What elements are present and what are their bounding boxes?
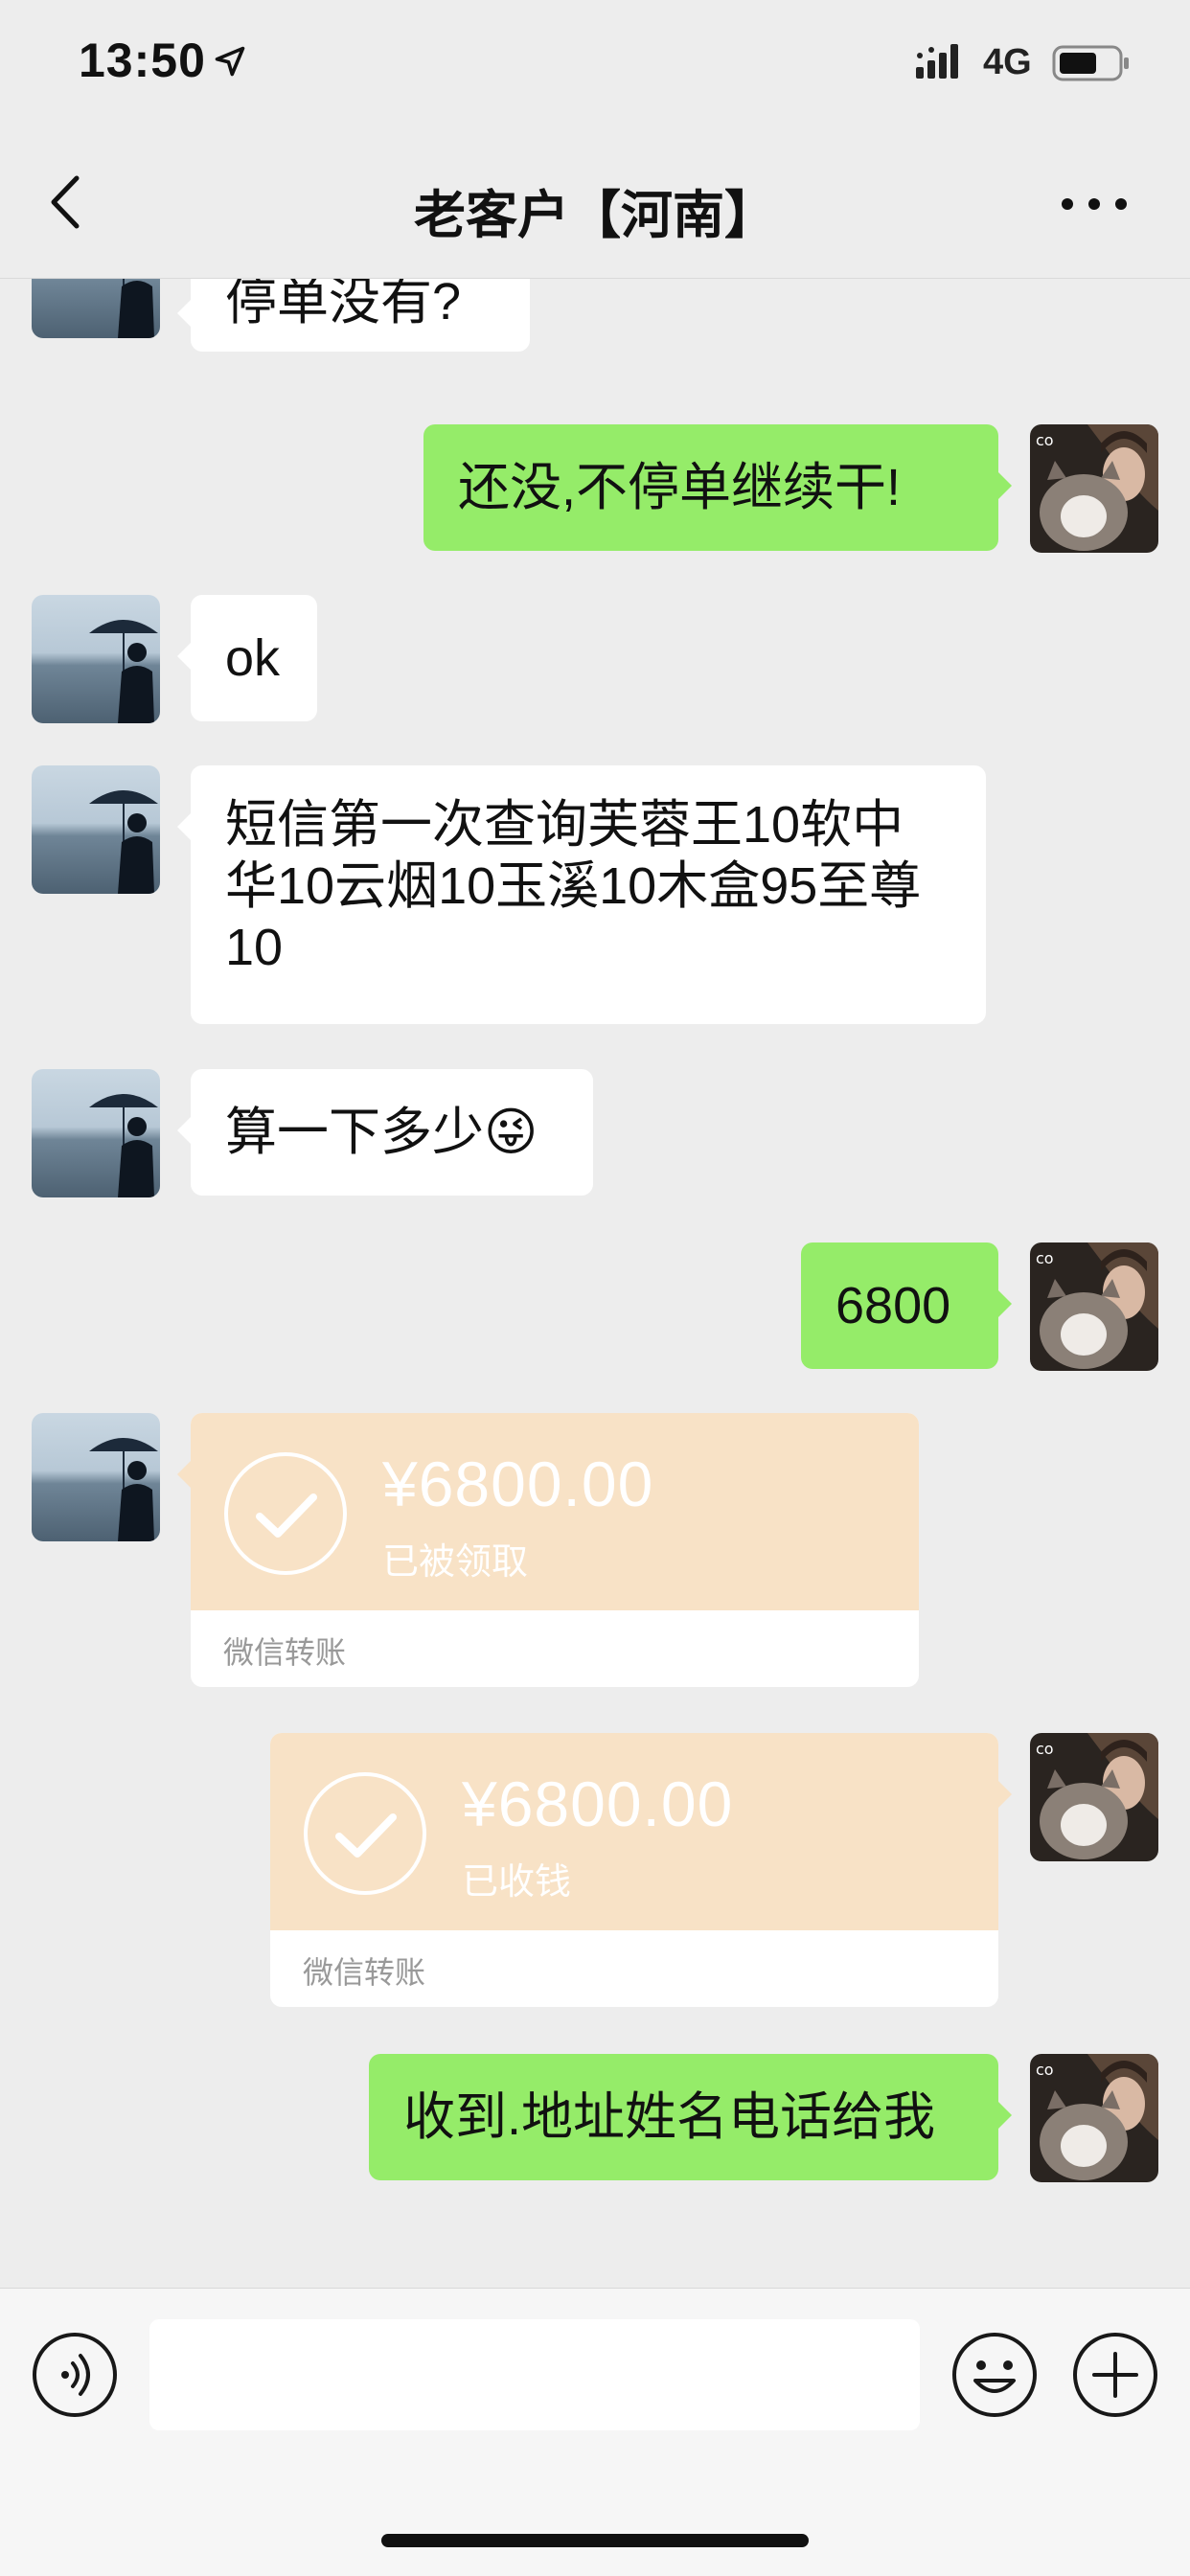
message-text: 还没,不停单继续干! [458, 459, 902, 516]
transfer-footer: 微信转账 [303, 1955, 426, 1990]
input-bar [0, 2288, 1190, 2576]
message-text: 6800 [835, 1277, 951, 1334]
svg-text:co: co [1036, 431, 1054, 449]
my-avatar[interactable]: co [1030, 424, 1158, 553]
transfer-amount: ¥6800.00 [382, 1448, 654, 1519]
home-indicator [381, 2534, 809, 2547]
my-avatar[interactable]: co [1030, 1733, 1158, 1861]
message-bubble[interactable]: 停单没有? [177, 279, 530, 352]
message-input[interactable] [149, 2319, 920, 2430]
svg-text:co: co [1036, 1740, 1054, 1758]
check-circle-icon [224, 1452, 347, 1575]
transfer-card-top: ¥6800.00 已被领取 [191, 1413, 919, 1610]
status-bar: 13:50 4G [0, 0, 1190, 126]
message-bubble[interactable]: 短信第一次查询芙蓉王10软中华10云烟10玉溪10木盒95至尊10 [177, 765, 986, 1024]
message-text: 停单没有? [225, 279, 462, 331]
bubble-tail [177, 1461, 191, 1488]
transfer-card[interactable]: ¥6800.00 已被领取 微信转账 [191, 1413, 919, 1687]
chat-header: 老客户【河南】 [0, 126, 1190, 279]
message-bubble[interactable]: 算一下多少😜 [177, 1069, 593, 1196]
wink-tongue-emoji: 😜 [484, 1104, 538, 1161]
plus-icon[interactable] [1071, 2331, 1159, 2419]
check-circle-icon [304, 1772, 426, 1895]
contact-avatar[interactable] [32, 765, 160, 894]
chat-messages[interactable]: 停单没有? 还没,不停单继续干! co ok 短信第一次查询芙蓉王10软中华10… [0, 279, 1190, 2287]
transfer-status: 已收钱 [462, 1862, 572, 1903]
contact-avatar[interactable] [32, 279, 160, 338]
message-text: 收到.地址姓名电话给我 [403, 2088, 936, 2146]
svg-text:co: co [1036, 2061, 1054, 2079]
transfer-card[interactable]: ¥6800.00 已收钱 微信转账 [270, 1733, 998, 2007]
message-bubble[interactable]: 6800 [801, 1242, 1012, 1369]
message-bubble[interactable]: 还没,不停单继续干! [423, 424, 1012, 551]
bubble-tail [998, 1781, 1012, 1808]
chat-title: 老客户【河南】 [414, 187, 776, 244]
transfer-status: 已被领取 [382, 1542, 529, 1583]
emoji-icon[interactable] [950, 2331, 1039, 2419]
location-arrow-icon [215, 46, 245, 77]
message-text: 短信第一次查询芙蓉王10软中华10云烟10玉溪10木盒95至尊10 [225, 796, 922, 976]
contact-avatar[interactable] [32, 595, 160, 723]
transfer-amount: ¥6800.00 [462, 1768, 734, 1839]
transfer-card-top: ¥6800.00 已收钱 [270, 1733, 998, 1930]
contact-avatar[interactable] [32, 1069, 160, 1197]
more-dots-icon[interactable] [1058, 180, 1131, 228]
network-type: 4G [983, 42, 1032, 82]
my-avatar[interactable]: co [1030, 2054, 1158, 2182]
message-bubble[interactable]: ok [177, 595, 317, 721]
message-bubble[interactable]: 收到.地址姓名电话给我 [369, 2054, 1012, 2180]
message-text: ok [225, 629, 281, 687]
status-time: 13:50 [79, 34, 206, 87]
battery-icon [1052, 45, 1129, 81]
transfer-footer: 微信转账 [223, 1635, 347, 1670]
svg-text:co: co [1036, 1249, 1054, 1267]
message-text: 算一下多少 [225, 1104, 484, 1161]
contact-avatar[interactable] [32, 1413, 160, 1541]
voice-icon[interactable] [31, 2331, 119, 2419]
signal-icon [916, 44, 958, 79]
my-avatar[interactable]: co [1030, 1242, 1158, 1371]
